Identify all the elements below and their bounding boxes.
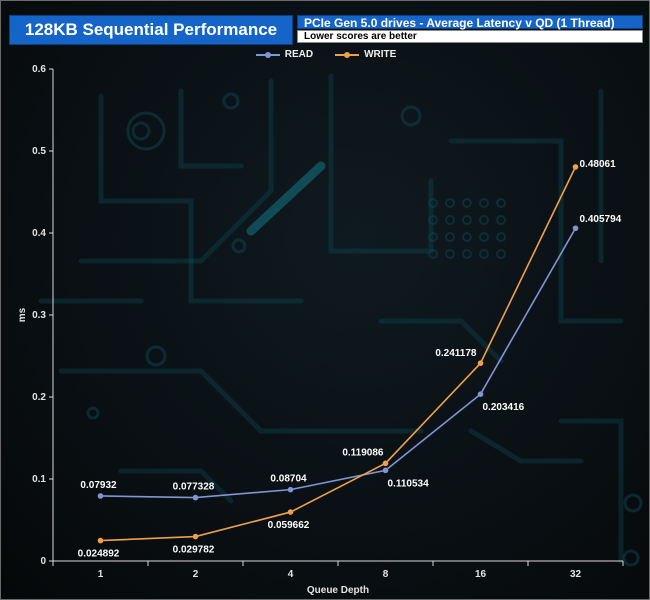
circuit-dot <box>496 232 506 242</box>
x-tick-label: 32 <box>570 569 582 580</box>
chart-note: Lower scores are better <box>297 30 643 43</box>
data-point-read <box>572 225 579 232</box>
data-point-write <box>572 164 579 170</box>
circuit-pad <box>622 549 640 567</box>
circuit-pad <box>131 121 151 141</box>
chart-series-layer: 0.07932 0.077328 0.08704 0.110534 0.203416 0.… <box>78 159 622 560</box>
circuit-dot <box>445 232 455 242</box>
data-label-write: 0.029782 <box>173 545 215 556</box>
y-axis-title: ms <box>17 307 28 322</box>
data-label-write: 0.059662 <box>268 520 310 531</box>
chart-subtitle: PCIe Gen 5.0 drives - Average Latency v … <box>297 15 643 30</box>
circuit-dot <box>445 215 455 225</box>
y-tick-label: 0.1 <box>32 474 46 485</box>
data-point-read <box>287 486 294 493</box>
data-label-read: 0.08704 <box>270 474 307 485</box>
series-line-read <box>100 227 577 499</box>
legend-item-write: WRITE <box>335 49 396 60</box>
y-tick-label: 0.2 <box>32 392 46 403</box>
circuit-trace <box>328 73 434 254</box>
data-point-read <box>477 391 484 397</box>
circuit-dot <box>462 249 472 259</box>
data-label-write: 0.119086 <box>342 447 384 458</box>
x-tick-label: 4 <box>288 569 294 580</box>
circuit-dot <box>496 215 506 225</box>
circuit-dot <box>479 249 489 259</box>
chart-frame: 0 0.1 0.2 0.3 0.4 0.5 0.6 1 2 4 8 16 32 Queue Depth ms… <box>0 0 650 600</box>
data-point-write <box>97 537 104 544</box>
circuit-dot <box>496 198 506 208</box>
data-point-write <box>382 460 389 467</box>
y-tick-label: 0.4 <box>32 228 46 239</box>
legend-item-read: READ <box>255 49 314 60</box>
x-tick-label: 8 <box>383 569 389 580</box>
circuit-background-decoration <box>38 73 643 567</box>
circuit-pad <box>623 493 643 513</box>
circuit-pad <box>231 238 247 254</box>
circuit-dot <box>479 215 489 225</box>
x-tick-label: 2 <box>193 569 199 580</box>
circuit-trace <box>78 78 274 264</box>
circuit-pad <box>400 105 422 127</box>
y-tick-label: 0.5 <box>32 146 46 157</box>
data-label-read: 0.203416 <box>483 402 525 413</box>
circuit-trace <box>178 88 244 169</box>
data-point-read <box>97 493 104 499</box>
legend-swatch-write <box>335 51 360 58</box>
y-tick-label: 0.6 <box>32 64 46 75</box>
legend-label-read: READ <box>284 49 314 60</box>
circuit-dot <box>462 215 472 225</box>
circuit-dot <box>445 249 455 259</box>
data-point-read <box>382 467 389 474</box>
data-label-read: 0.07932 <box>80 480 117 491</box>
circuit-dot <box>479 232 489 242</box>
circuit-trace <box>558 418 624 564</box>
data-label-read: 0.077328 <box>173 482 215 493</box>
x-tick-label: 16 <box>475 569 487 580</box>
y-tick-label: 0.3 <box>32 310 46 321</box>
data-label-read: 0.110534 <box>388 478 430 489</box>
chart-axes: 0 0.1 0.2 0.3 0.4 0.5 0.6 1 2 4 8 16 32 Queue Depth ms <box>17 64 624 596</box>
line-chart: 0 0.1 0.2 0.3 0.4 0.5 0.6 1 2 4 8 16 32 Queue Depth ms… <box>17 64 643 596</box>
circuit-trace <box>58 368 424 434</box>
data-point-read <box>192 494 199 501</box>
circuit-dot <box>445 198 455 208</box>
x-tick-label: 1 <box>98 569 104 580</box>
circuit-pad <box>222 92 240 110</box>
legend-label-write: WRITE <box>364 49 397 60</box>
data-label-write: 0.241178 <box>435 348 477 359</box>
circuit-trace <box>468 428 584 464</box>
circuit-dot <box>462 232 472 242</box>
data-label-write: 0.024892 <box>78 549 120 560</box>
data-point-write <box>192 533 199 540</box>
circuit-dot <box>496 249 506 259</box>
y-tick-label: 0 <box>40 556 46 567</box>
data-label-read: 0.405794 <box>580 214 622 225</box>
chart-legend: READ WRITE <box>1 49 649 60</box>
circuit-dot <box>462 198 472 208</box>
data-label-write: 0.48061 <box>580 159 617 170</box>
circuit-pad <box>86 406 100 420</box>
data-point-write <box>477 360 484 367</box>
legend-swatch-read <box>255 51 280 58</box>
data-point-write <box>287 509 294 515</box>
circuit-pad <box>145 345 167 367</box>
x-axis-title: Queue Depth <box>307 585 369 596</box>
circuit-dot <box>479 198 489 208</box>
chart-title: 128KB Sequential Performance <box>9 15 293 45</box>
